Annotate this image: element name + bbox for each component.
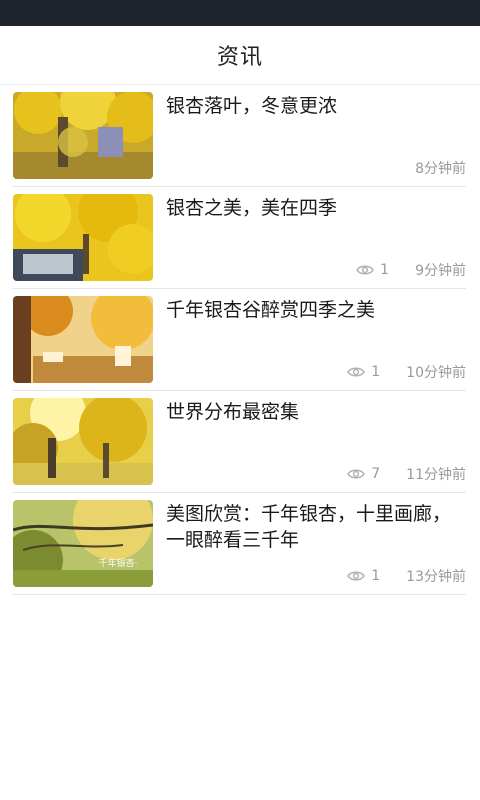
article-title: 世界分布最密集 bbox=[166, 401, 300, 423]
page-title: 资讯 bbox=[216, 45, 263, 70]
article-time: 11分钟前 bbox=[406, 467, 466, 483]
view-count-value: 1 bbox=[371, 568, 381, 584]
view-count: 1 bbox=[347, 568, 380, 584]
article-meta: 8分钟前 bbox=[415, 158, 466, 178]
list-item[interactable]: 千年银杏· 美图欣赏：千年银杏，十里画廊，一眼醉看三千年 1 13分钟前 bbox=[12, 493, 466, 595]
top-bar: 资讯 bbox=[0, 26, 480, 85]
article-thumbnail bbox=[13, 296, 153, 383]
article-thumbnail bbox=[13, 194, 153, 281]
eye-icon bbox=[356, 265, 374, 275]
article-title: 千年银杏谷醉赏四季之美 bbox=[166, 299, 376, 321]
view-count-value: 7 bbox=[371, 466, 381, 482]
thumbnail-caption: 千年银杏· bbox=[99, 557, 138, 569]
article-meta: 1 9分钟前 bbox=[356, 260, 466, 280]
eye-icon bbox=[347, 469, 366, 479]
article-meta: 7 11分钟前 bbox=[347, 464, 466, 484]
view-count: 1 bbox=[347, 364, 380, 380]
article-title: 美图欣赏：千年银杏，十里画廊，一眼醉看三千年 bbox=[166, 503, 452, 551]
article-title: 银杏落叶，冬意更浓 bbox=[166, 95, 338, 117]
article-time: 10分钟前 bbox=[406, 365, 466, 381]
article-title: 银杏之美，美在四季 bbox=[166, 197, 338, 219]
view-count: 7 bbox=[347, 466, 380, 482]
article-thumbnail bbox=[13, 92, 153, 179]
eye-icon bbox=[347, 367, 366, 377]
article-meta: 1 10分钟前 bbox=[347, 362, 466, 382]
eye-icon bbox=[347, 571, 366, 581]
list-item[interactable]: 千年银杏谷醉赏四季之美 1 10分钟前 bbox=[12, 289, 466, 391]
news-list: 银杏落叶，冬意更浓 8分钟前 银杏之美，美在四季 1 9分钟前 千年银杏谷醉赏四… bbox=[0, 85, 480, 595]
view-count: 1 bbox=[356, 262, 389, 278]
view-count-value: 1 bbox=[380, 262, 390, 278]
article-time: 13分钟前 bbox=[406, 569, 466, 585]
list-item[interactable]: 银杏之美，美在四季 1 9分钟前 bbox=[12, 187, 466, 289]
article-time: 8分钟前 bbox=[415, 161, 466, 177]
list-item[interactable]: 世界分布最密集 7 11分钟前 bbox=[12, 391, 466, 493]
list-item[interactable]: 银杏落叶，冬意更浓 8分钟前 bbox=[12, 85, 466, 187]
article-thumbnail bbox=[13, 398, 153, 485]
article-thumbnail: 千年银杏· bbox=[13, 500, 153, 587]
view-count-value: 1 bbox=[371, 364, 381, 380]
article-time: 9分钟前 bbox=[415, 263, 466, 279]
article-meta: 1 13分钟前 bbox=[347, 566, 466, 586]
status-bar bbox=[0, 0, 480, 26]
